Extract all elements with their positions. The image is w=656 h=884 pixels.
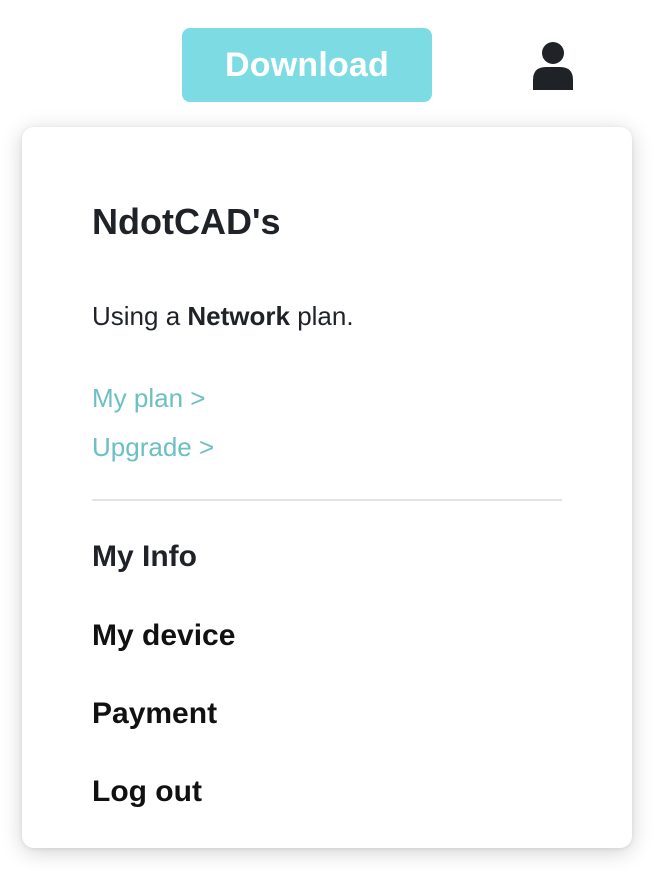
- menu-item-log-out[interactable]: Log out: [92, 772, 202, 812]
- menu-item-my-info[interactable]: My Info: [92, 537, 197, 577]
- menu-item-payment[interactable]: Payment: [92, 694, 217, 734]
- upgrade-link[interactable]: Upgrade >: [92, 430, 214, 464]
- plan-name: Network: [187, 301, 290, 331]
- plan-description: Using a Network plan.: [92, 299, 354, 333]
- download-button[interactable]: Download: [182, 28, 432, 102]
- divider: [92, 499, 562, 501]
- account-name: NdotCAD's: [92, 201, 281, 242]
- my-plan-link[interactable]: My plan >: [92, 381, 205, 415]
- user-menu-button[interactable]: [526, 38, 580, 92]
- plan-prefix: Using a: [92, 301, 188, 331]
- user-icon: [533, 42, 573, 90]
- menu-item-my-device[interactable]: My device: [92, 616, 235, 656]
- account-dropdown: NdotCAD's Using a Network plan. My plan …: [22, 127, 632, 848]
- plan-suffix: plan.: [289, 301, 354, 331]
- page: Download NdotCAD's Using a Network plan.…: [0, 0, 656, 884]
